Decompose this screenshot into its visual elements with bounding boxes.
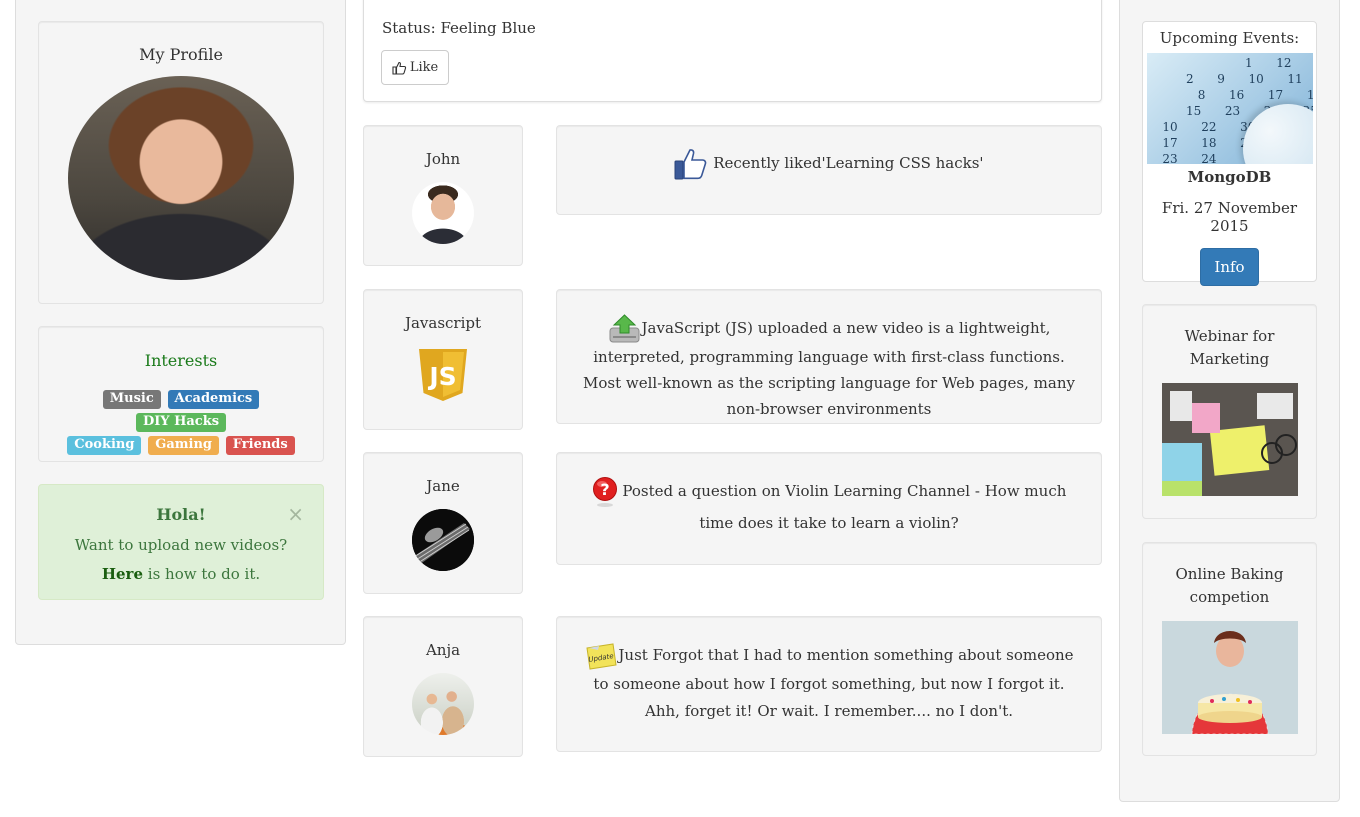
feed-post: JavaScript (JS) uploaded a new video is … — [556, 289, 1102, 424]
thumbs-up-icon — [674, 149, 707, 180]
svg-text:JS: JS — [427, 362, 456, 391]
interests-heading: Interests — [144, 351, 218, 370]
event-name: MongoDB — [1187, 168, 1272, 186]
feed-user-card[interactable]: Javascript JS — [363, 289, 523, 430]
profile-heading: My Profile — [139, 45, 223, 64]
upcoming-events-card: Upcoming Events: 1 12 2 9 10 11 8 16 17 … — [1142, 21, 1317, 286]
digital-marketing-image[interactable] — [1161, 383, 1298, 496]
promo-title: Webinar for Marketing — [1184, 327, 1275, 368]
feed-user-name: Jane — [426, 477, 460, 495]
js-shield-icon: JS — [419, 349, 467, 401]
feed-user-name: Anja — [425, 641, 461, 659]
feed-user-name: John — [425, 150, 461, 168]
interest-tag[interactable]: DIY Hacks — [135, 413, 227, 432]
interest-tags: Music Academics DIY Hacks Cooking Gaming… — [61, 386, 301, 455]
event-date: Fri. 27 November 2015 — [1161, 199, 1298, 235]
profile-card: My Profile — [38, 21, 324, 304]
avatar[interactable] — [412, 509, 474, 571]
close-icon[interactable]: × — [287, 504, 304, 524]
calendar-image: 1 12 2 9 10 11 8 16 17 18 15 23 24 25 10… — [1146, 53, 1313, 164]
status-text: Status: Feeling Blue — [382, 19, 536, 37]
like-label: Like — [409, 60, 439, 75]
avatar[interactable]: JS — [414, 346, 472, 404]
interest-tag[interactable]: Gaming — [148, 436, 220, 455]
alert-line-2: Here is how to do it. — [39, 560, 323, 589]
status-card: Status: Feeling Blue Like — [363, 0, 1102, 102]
feed-post-body: Update Just Forgot that I had to mention… — [557, 641, 1101, 725]
promo-card-baking[interactable]: Online Baking competion — [1142, 542, 1317, 756]
feed-post-body: Recently liked'Learning CSS hacks' — [557, 148, 1101, 180]
feed-user-name: Javascript — [404, 314, 482, 332]
guitar-photo — [412, 509, 474, 571]
interest-tag[interactable]: Music — [102, 390, 161, 409]
svg-text:?: ? — [600, 480, 609, 499]
feed-post-text: JavaScript (JS) uploaded a new video is … — [583, 319, 1075, 418]
feed-post-text: Recently liked'Learning CSS hacks' — [713, 154, 984, 172]
feed-post-body: ? Posted a question on Violin Learning C… — [557, 476, 1101, 538]
alert-here-link[interactable]: Here — [102, 565, 143, 583]
alert-line-2-text: is how to do it. — [143, 565, 261, 583]
events-heading: Upcoming Events: — [1159, 29, 1300, 47]
feed-user-card[interactable]: Anja — [363, 616, 523, 757]
feed-user-card[interactable]: John — [363, 125, 523, 266]
like-button[interactable]: Like — [381, 50, 449, 85]
question-icon: ? — [592, 477, 617, 507]
promo-card-webinar[interactable]: Webinar for Marketing — [1142, 304, 1317, 519]
feed-post-text: Posted a question on Violin Learning Cha… — [622, 482, 1067, 532]
alert-line-1: Want to upload new videos? — [74, 536, 288, 554]
profile-photo[interactable] — [68, 76, 294, 280]
upload-icon — [609, 314, 640, 343]
feed-post: Update Just Forgot that I had to mention… — [556, 616, 1102, 752]
feed-user-card[interactable]: Jane — [363, 452, 523, 594]
feed-post-text: Just Forgot that I had to mention someth… — [593, 646, 1074, 720]
thumbs-up-outline-icon — [392, 61, 406, 75]
interest-tag[interactable]: Friends — [225, 436, 295, 455]
interest-tag[interactable]: Cooking — [67, 436, 142, 455]
baking-photo — [1161, 621, 1298, 734]
promo-title: Online Baking competion — [1175, 565, 1284, 606]
alert-body: Want to upload new videos? Here is how t… — [39, 531, 323, 589]
interests-card: Interests Music Academics DIY Hacks Cook… — [38, 326, 324, 462]
update-note-icon: Update — [586, 643, 617, 670]
upload-alert: × Hola! Want to upload new videos? Here … — [38, 484, 324, 600]
interest-tag[interactable]: Academics — [167, 390, 260, 409]
avatar[interactable] — [412, 182, 474, 244]
info-button[interactable]: Info — [1200, 248, 1259, 286]
avatar[interactable] — [412, 673, 474, 735]
alert-title: Hola! — [156, 505, 206, 524]
baking-image[interactable] — [1161, 621, 1298, 734]
digital-marketing-collage — [1161, 383, 1298, 496]
feed-post: ? Posted a question on Violin Learning C… — [556, 452, 1102, 565]
feed-post-body: JavaScript (JS) uploaded a new video is … — [557, 314, 1101, 422]
feed-post: Recently liked'Learning CSS hacks' — [556, 125, 1102, 215]
